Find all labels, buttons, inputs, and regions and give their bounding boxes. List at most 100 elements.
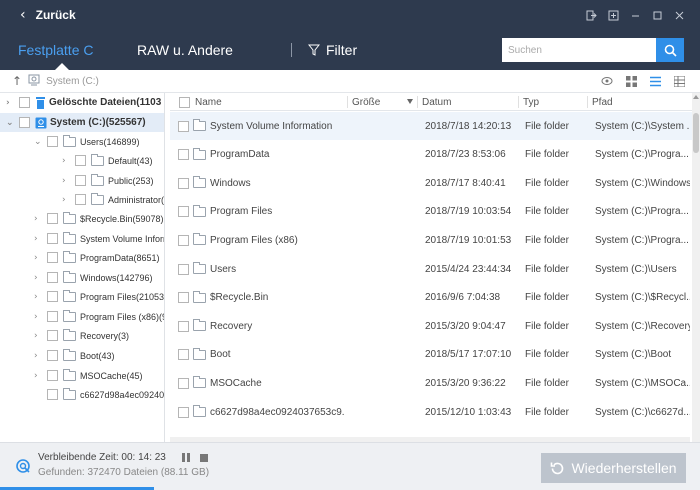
search-button[interactable] [656,38,684,62]
tree-node-programdata[interactable]: › ProgramData(8651) [34,248,160,267]
folder-icon [193,141,206,169]
tree-checkbox[interactable] [75,194,86,205]
filter-button[interactable]: Filter [308,30,357,70]
expand-arrow-icon[interactable]: › [34,351,44,361]
tree-node-msocache[interactable]: › MSOCache(45) [34,366,143,385]
expand-arrow-icon[interactable]: › [34,331,44,341]
arrow-up-icon[interactable]: ↑ [12,74,22,88]
row-checkbox[interactable] [178,255,189,283]
tab-raw-other[interactable]: RAW u. Andere [137,30,233,70]
row-checkbox[interactable] [178,398,189,426]
tree-checkbox[interactable] [47,350,58,361]
row-checkbox[interactable] [178,341,189,369]
column-header-path[interactable]: Pfad [592,93,613,111]
expand-arrow-icon[interactable]: › [34,312,44,322]
details-view-icon[interactable] [672,74,686,88]
breadcrumb[interactable]: System (C:) [46,76,99,87]
tree-checkbox[interactable] [47,311,58,322]
column-header-type[interactable]: Typ [523,93,539,111]
collapse-arrow-icon[interactable]: ⌄ [34,137,44,147]
back-button[interactable]: ‹ Zurück [0,7,76,23]
expand-arrow-icon[interactable]: › [6,98,16,108]
tree-node-hash-folder[interactable]: c6627d98a4ec09240376 [44,385,164,404]
expand-arrow-icon[interactable]: › [62,195,72,205]
column-header-size[interactable]: Größe [352,93,380,111]
row-checkbox[interactable] [178,141,189,169]
tree-node-deleted[interactable]: › Gelöschte Dateien(1103 [6,93,161,112]
column-header-name[interactable]: Name [195,93,222,111]
vertical-scrollbar[interactable] [692,93,700,442]
table-row[interactable]: Recovery 2015/3/20 9:04:47 File folder Syst… [170,312,692,340]
collapse-arrow-icon[interactable]: ⌄ [6,118,16,128]
scroll-up-arrow-icon[interactable] [693,95,699,99]
tree-checkbox[interactable] [47,233,58,244]
tree-node-public[interactable]: › Public(253) [62,171,154,190]
tree-checkbox[interactable] [47,291,58,302]
tree-checkbox[interactable] [19,117,30,128]
tree-node-default[interactable]: › Default(43) [62,151,153,170]
column-header-date[interactable]: Datum [422,93,451,111]
tree-checkbox[interactable] [47,252,58,263]
tree-checkbox[interactable] [47,330,58,341]
tree-checkbox[interactable] [75,155,86,166]
minimize-icon[interactable] [624,0,646,30]
maximize-icon[interactable] [646,0,668,30]
expand-arrow-icon[interactable]: › [34,253,44,263]
table-row[interactable]: Windows 2018/7/17 8:40:41 File folder Syste… [170,169,692,197]
table-row[interactable]: c6627d98a4ec0924037653c9... 2015/12/10 1:… [170,398,692,426]
table-row[interactable]: Program Files (x86) 2018/7/19 10:01:53 Fil… [170,226,692,254]
tree-node-system-volume[interactable]: › System Volume Inform [34,229,164,248]
row-checkbox[interactable] [178,284,189,312]
table-row[interactable]: Program Files 2018/7/19 10:03:54 File fold… [170,198,692,226]
expand-arrow-icon[interactable]: › [34,273,44,283]
table-row[interactable]: Boot 2018/5/17 17:07:10 File folder System … [170,341,692,369]
tree-node-administrator[interactable]: › Administrator( [62,190,164,209]
logout-icon[interactable] [580,0,602,30]
row-checkbox[interactable] [178,226,189,254]
tree-checkbox[interactable] [75,175,86,186]
pause-icon[interactable] [182,453,191,462]
feedback-icon[interactable] [602,0,624,30]
tree-checkbox[interactable] [47,370,58,381]
close-icon[interactable] [668,0,690,30]
tree-node-recovery[interactable]: › Recovery(3) [34,326,129,345]
grid-view-icon[interactable] [624,74,638,88]
select-all-checkbox[interactable] [179,93,190,111]
table-row[interactable]: MSOCache 2015/3/20 9:36:22 File folder Syst… [170,369,692,397]
table-row[interactable]: $Recycle.Bin 2016/9/6 7:04:38 File folder S… [170,284,692,312]
expand-arrow-icon[interactable]: › [62,176,72,186]
row-checkbox[interactable] [178,112,189,140]
tree-checkbox[interactable] [19,97,30,108]
search-input[interactable] [502,38,656,62]
tree-checkbox[interactable] [47,272,58,283]
tree-checkbox[interactable] [47,136,58,147]
tree-node-program-files-x86[interactable]: › Program Files (x86)(913 [34,307,164,326]
preview-eye-icon[interactable] [600,74,614,88]
table-row[interactable]: Users 2015/4/24 23:44:34 File folder System… [170,255,692,283]
tree-node-users[interactable]: ⌄ Users(146899) [34,132,140,151]
recover-button[interactable]: Wiederherstellen [541,453,686,483]
stop-icon[interactable] [200,454,208,462]
expand-arrow-icon[interactable]: › [34,234,44,244]
expand-arrow-icon[interactable]: › [34,214,44,224]
row-checkbox[interactable] [178,312,189,340]
expand-arrow-icon[interactable]: › [62,156,72,166]
tree-checkbox[interactable] [47,389,58,400]
table-row[interactable]: System Volume Information 2018/7/18 14:20… [170,112,692,140]
expand-arrow-icon[interactable]: › [34,292,44,302]
tree-node-boot[interactable]: › Boot(43) [34,346,115,365]
row-date: 2016/9/6 7:04:38 [425,292,501,304]
expand-arrow-icon[interactable]: › [34,371,44,381]
row-checkbox[interactable] [178,369,189,397]
tree-checkbox[interactable] [47,213,58,224]
tree-node-system[interactable]: ⌄ System (C:)(525567) [0,113,164,132]
scrollbar-thumb[interactable] [693,113,699,153]
list-view-icon[interactable] [648,74,662,88]
tree-node-program-files[interactable]: › Program Files(21053) [34,287,164,306]
tree-node-recycle-bin[interactable]: › $Recycle.Bin(59078) [34,209,164,228]
tree-node-windows[interactable]: › Windows(142796) [34,268,153,287]
row-checkbox[interactable] [178,198,189,226]
row-date: 2018/5/17 17:07:10 [425,349,512,361]
table-row[interactable]: ProgramData 2018/7/23 8:53:06 File folder S… [170,141,692,169]
row-checkbox[interactable] [178,169,189,197]
